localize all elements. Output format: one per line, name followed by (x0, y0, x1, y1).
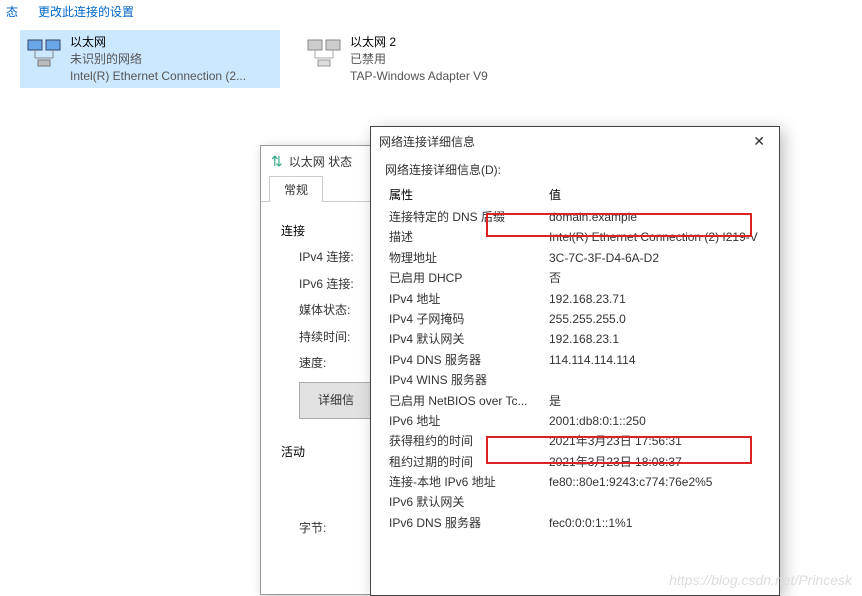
property-cell: 描述 (385, 227, 545, 247)
property-cell: IPv4 WINS 服务器 (385, 370, 545, 390)
value-cell: 否 (545, 268, 765, 288)
table-row[interactable]: IPv4 地址192.168.23.71 (385, 289, 765, 309)
table-row[interactable]: IPv6 DNS 服务器fec0:0:0:1::1%1 (385, 513, 765, 533)
ethernet-icon: ⇅ (271, 153, 283, 170)
value-cell: 255.255.255.0 (545, 309, 765, 329)
value-cell: domain.example (545, 207, 765, 227)
value-cell: 192.168.23.71 (545, 289, 765, 309)
table-row[interactable]: IPv4 WINS 服务器 (385, 370, 765, 390)
property-cell: IPv6 地址 (385, 411, 545, 431)
table-row[interactable]: 描述Intel(R) Ethernet Connection (2) I219-… (385, 227, 765, 247)
value-cell: 3C-7C-3F-D4-6A-D2 (545, 248, 765, 268)
adapter-device: Intel(R) Ethernet Connection (2... (70, 68, 246, 85)
property-cell: 连接特定的 DNS 后缀 (385, 207, 545, 227)
adapter-status: 已禁用 (350, 51, 488, 68)
value-cell: 2001:db8:0:1::250 (545, 411, 765, 431)
value-cell: 114.114.114.114 (545, 350, 765, 370)
value-cell: 2021年3月23日 18:08:37 (545, 452, 765, 472)
table-row[interactable]: IPv4 子网掩码255.255.255.0 (385, 309, 765, 329)
window-title: 以太网 状态 (289, 153, 352, 170)
tab-general[interactable]: 常规 (269, 176, 323, 202)
watermark: https://blog.csdn.net/Princesk (669, 572, 852, 588)
value-cell (545, 370, 765, 390)
table-row[interactable]: 连接-本地 IPv6 地址fe80::80e1:9243:c774:76e2%5 (385, 472, 765, 492)
adapter-ethernet[interactable]: 以太网 未识别的网络 Intel(R) Ethernet Connection … (20, 30, 280, 88)
value-cell: Intel(R) Ethernet Connection (2) I219-V (545, 227, 765, 247)
table-row[interactable]: 租约过期的时间2021年3月23日 18:08:37 (385, 452, 765, 472)
adapter-list: 以太网 未识别的网络 Intel(R) Ethernet Connection … (0, 22, 862, 96)
value-cell: 2021年3月23日 17:56:31 (545, 431, 765, 451)
window-title: 网络连接详细信息 (379, 133, 475, 150)
adapter-ethernet2[interactable]: 以太网 2 已禁用 TAP-Windows Adapter V9 (300, 30, 560, 88)
details-button[interactable]: 详细信 (299, 382, 373, 418)
value-cell: 是 (545, 391, 765, 411)
table-row[interactable]: IPv6 默认网关 (385, 492, 765, 512)
value-cell: 192.168.23.1 (545, 329, 765, 349)
property-cell: IPv6 默认网关 (385, 492, 545, 512)
value-cell: fec0:0:0:1::1%1 (545, 513, 765, 533)
table-row[interactable]: IPv4 DNS 服务器114.114.114.114 (385, 350, 765, 370)
adapter-name: 以太网 (70, 34, 246, 51)
details-table: 属性 值 连接特定的 DNS 后缀domain.example描述Intel(R… (385, 182, 765, 533)
close-icon[interactable]: ✕ (747, 133, 771, 150)
property-cell: IPv4 子网掩码 (385, 309, 545, 329)
table-row[interactable]: 已启用 NetBIOS over Tc...是 (385, 391, 765, 411)
property-cell: 连接-本地 IPv6 地址 (385, 472, 545, 492)
property-cell: IPv4 默认网关 (385, 329, 545, 349)
property-cell: 租约过期的时间 (385, 452, 545, 472)
table-body: 连接特定的 DNS 后缀domain.example描述Intel(R) Eth… (385, 207, 765, 533)
property-cell: IPv4 DNS 服务器 (385, 350, 545, 370)
toolbar-status[interactable]: 态 (6, 3, 18, 20)
network-adapter-icon (24, 34, 64, 74)
table-row[interactable]: IPv6 地址2001:db8:0:1::250 (385, 411, 765, 431)
table-row[interactable]: 已启用 DHCP否 (385, 268, 765, 288)
property-cell: 已启用 DHCP (385, 268, 545, 288)
table-row[interactable]: 获得租约的时间2021年3月23日 17:56:31 (385, 431, 765, 451)
adapter-status: 未识别的网络 (70, 51, 246, 68)
window-titlebar[interactable]: 网络连接详细信息 ✕ (371, 127, 779, 155)
network-details-window: 网络连接详细信息 ✕ 网络连接详细信息(D): 属性 值 连接特定的 DNS 后… (370, 126, 780, 596)
property-cell: 已启用 NetBIOS over Tc... (385, 391, 545, 411)
col-property: 属性 (385, 182, 545, 207)
table-row[interactable]: 物理地址3C-7C-3F-D4-6A-D2 (385, 248, 765, 268)
toolbar-change-settings[interactable]: 更改此连接的设置 (38, 3, 134, 20)
adapter-text: 以太网 2 已禁用 TAP-Windows Adapter V9 (350, 34, 488, 84)
col-value: 值 (545, 182, 765, 207)
adapter-text: 以太网 未识别的网络 Intel(R) Ethernet Connection … (70, 34, 246, 84)
property-cell: 获得租约的时间 (385, 431, 545, 451)
details-label: 网络连接详细信息(D): (371, 155, 779, 182)
toolbar: 态 更改此连接的设置 (0, 0, 862, 22)
adapter-device: TAP-Windows Adapter V9 (350, 68, 488, 85)
network-adapter-icon (304, 34, 344, 74)
property-cell: 物理地址 (385, 248, 545, 268)
value-cell (545, 492, 765, 512)
value-cell: fe80::80e1:9243:c774:76e2%5 (545, 472, 765, 492)
property-cell: IPv4 地址 (385, 289, 545, 309)
table-header: 属性 值 (385, 182, 765, 207)
table-row[interactable]: IPv4 默认网关192.168.23.1 (385, 329, 765, 349)
adapter-name: 以太网 2 (350, 34, 488, 51)
table-row[interactable]: 连接特定的 DNS 后缀domain.example (385, 207, 765, 227)
property-cell: IPv6 DNS 服务器 (385, 513, 545, 533)
